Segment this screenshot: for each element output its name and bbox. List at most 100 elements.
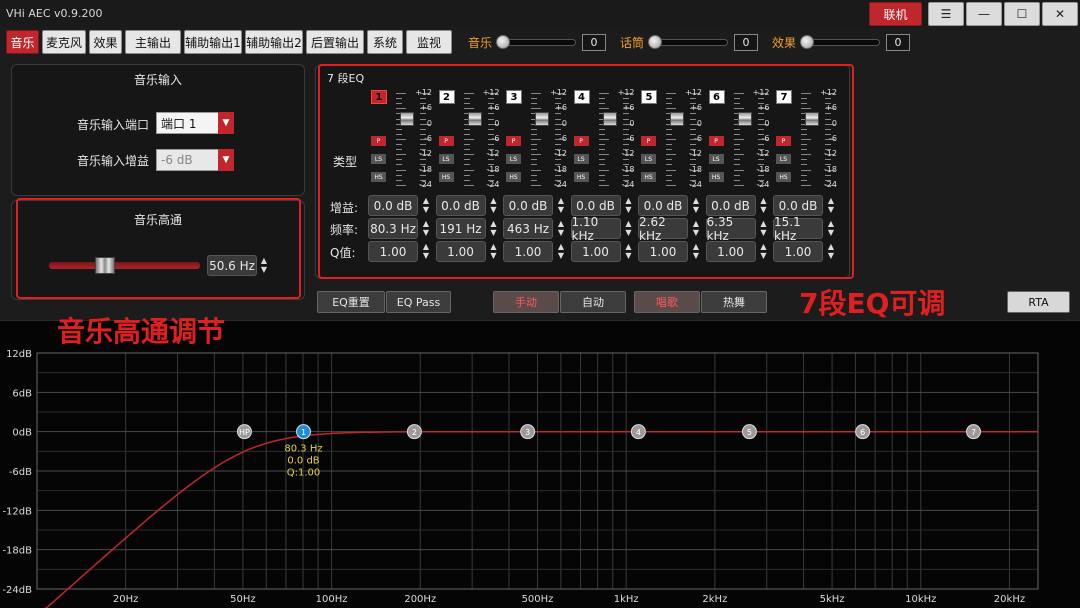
- spin-down-icon[interactable]: ▼: [556, 251, 566, 260]
- manual-button[interactable]: 手动: [493, 291, 559, 313]
- eq-response-graph[interactable]: 12dB 6dB 0dB -6dB -12dB -18dB -24dB 20Hz 50Hz 100…: [0, 320, 1080, 608]
- eq-reset-button[interactable]: EQ重置: [317, 291, 385, 313]
- music-input-port-select[interactable]: 端口 1 ▼: [156, 112, 234, 134]
- eq-pass-button[interactable]: EQ Pass: [386, 291, 451, 313]
- spin-down-icon[interactable]: ▼: [759, 228, 769, 237]
- spin-up-icon[interactable]: ▲: [421, 219, 431, 228]
- eq-band-3-type-hs-button[interactable]: HS: [506, 172, 521, 182]
- spin-up-icon[interactable]: ▲: [691, 219, 701, 228]
- eq-band-number-4[interactable]: 4: [573, 90, 590, 104]
- tab-aux-output-2[interactable]: 辅助输出2: [245, 30, 303, 54]
- spin-up-icon[interactable]: ▲: [556, 196, 566, 205]
- tab-system[interactable]: 系统: [367, 30, 403, 54]
- spin-down-icon[interactable]: ▼: [759, 205, 769, 214]
- minimize-button[interactable]: —: [966, 2, 1002, 26]
- spin-down-icon[interactable]: ▼: [691, 251, 701, 260]
- eq-band-3-type-ls-button[interactable]: LS: [506, 154, 521, 164]
- hpf-spin-down-icon[interactable]: ▼: [259, 265, 269, 274]
- dance-button[interactable]: 热舞: [701, 291, 767, 313]
- eq-band-4-freq-value[interactable]: 1.10 kHz: [570, 215, 621, 243]
- tab-monitor[interactable]: 监视: [406, 30, 452, 54]
- close-button[interactable]: ✕: [1042, 2, 1078, 26]
- mix-mic-slider[interactable]: [652, 39, 728, 46]
- eq-band-3-freq-value[interactable]: 463 Hz: [503, 218, 553, 239]
- chevron-down-icon[interactable]: ▼: [218, 149, 234, 171]
- spin-down-icon[interactable]: ▼: [421, 228, 431, 237]
- tab-music[interactable]: 音乐: [6, 30, 39, 54]
- spin-up-icon[interactable]: ▲: [421, 196, 431, 205]
- mix-effect-value[interactable]: 0: [886, 34, 910, 51]
- eq-band-4-gain-value[interactable]: 0.0 dB: [570, 195, 621, 216]
- eq-band-number-6[interactable]: 6: [708, 90, 725, 104]
- eq-band-3-type-p-button[interactable]: P: [506, 136, 521, 146]
- eq-band-2-type-p-button[interactable]: P: [438, 136, 454, 146]
- eq-band-6-q-value[interactable]: 1.00: [705, 241, 756, 262]
- eq-band-2-freq-value[interactable]: 191 Hz: [435, 218, 486, 239]
- mix-music-value[interactable]: 0: [582, 34, 606, 51]
- spin-down-icon[interactable]: ▼: [624, 251, 634, 260]
- eq-band-5-type-ls-button[interactable]: LS: [641, 154, 656, 164]
- eq-band-7-freq-value[interactable]: 15.1 kHz: [773, 215, 823, 243]
- spin-down-icon[interactable]: ▼: [624, 228, 634, 237]
- eq-band-2-type-hs-button[interactable]: HS: [438, 172, 454, 182]
- eq-band-4-type-hs-button[interactable]: HS: [573, 172, 589, 182]
- eq-band-7-q-value[interactable]: 1.00: [773, 241, 823, 262]
- spin-down-icon[interactable]: ▼: [624, 205, 634, 214]
- tab-main-output[interactable]: 主输出: [125, 30, 181, 54]
- eq-band-1-type-hs-button[interactable]: HS: [371, 172, 386, 182]
- spin-up-icon[interactable]: ▲: [489, 219, 499, 228]
- eq-band-7-type-hs-button[interactable]: HS: [776, 172, 791, 182]
- eq-band-number-7[interactable]: 7: [776, 90, 792, 104]
- eq-band-5-q-value[interactable]: 1.00: [638, 241, 688, 262]
- eq-band-5-gain-value[interactable]: 0.0 dB: [638, 195, 688, 216]
- spin-up-icon[interactable]: ▲: [624, 219, 634, 228]
- spin-up-icon[interactable]: ▲: [691, 196, 701, 205]
- eq-band-5-freq-value[interactable]: 2.62 kHz: [638, 215, 688, 243]
- spin-up-icon[interactable]: ▲: [759, 196, 769, 205]
- spin-down-icon[interactable]: ▼: [826, 251, 836, 260]
- tab-effects[interactable]: 效果: [89, 30, 122, 54]
- mix-mic-knob[interactable]: [648, 35, 662, 49]
- eq-band-5-type-hs-button[interactable]: HS: [641, 172, 656, 182]
- spin-up-icon[interactable]: ▲: [624, 196, 634, 205]
- menu-icon[interactable]: ☰: [928, 2, 964, 26]
- spin-up-icon[interactable]: ▲: [556, 219, 566, 228]
- eq-band-3-q-value[interactable]: 1.00: [503, 241, 553, 262]
- mix-mic-value[interactable]: 0: [734, 34, 758, 51]
- mix-music-slider[interactable]: [500, 39, 576, 46]
- spin-down-icon[interactable]: ▼: [489, 228, 499, 237]
- spin-down-icon[interactable]: ▼: [691, 228, 701, 237]
- spin-up-icon[interactable]: ▲: [759, 242, 769, 251]
- eq-band-1-q-value[interactable]: 1.00: [368, 241, 418, 262]
- chevron-down-icon[interactable]: ▼: [218, 112, 234, 134]
- eq-band-3-gain-value[interactable]: 0.0 dB: [503, 195, 553, 216]
- rta-button[interactable]: RTA: [1007, 291, 1070, 313]
- eq-band-6-type-hs-button[interactable]: HS: [708, 172, 724, 182]
- music-input-gain-select[interactable]: -6 dB ▼: [156, 149, 234, 171]
- spin-up-icon[interactable]: ▲: [826, 196, 836, 205]
- eq-band-7-type-ls-button[interactable]: LS: [776, 154, 791, 164]
- spin-up-icon[interactable]: ▲: [421, 242, 431, 251]
- eq-band-6-gain-value[interactable]: 0.0 dB: [705, 195, 756, 216]
- connect-button[interactable]: 联机: [869, 2, 922, 26]
- spin-down-icon[interactable]: ▼: [691, 205, 701, 214]
- eq-band-number-5[interactable]: 5: [641, 90, 657, 104]
- eq-band-4-type-ls-button[interactable]: LS: [573, 154, 589, 164]
- spin-up-icon[interactable]: ▲: [556, 242, 566, 251]
- spin-down-icon[interactable]: ▼: [759, 251, 769, 260]
- tab-microphone[interactable]: 麦克风: [42, 30, 86, 54]
- spin-up-icon[interactable]: ▲: [826, 242, 836, 251]
- spin-up-icon[interactable]: ▲: [489, 196, 499, 205]
- mix-effect-knob[interactable]: [800, 35, 814, 49]
- mix-effect-slider[interactable]: [804, 39, 880, 46]
- spin-up-icon[interactable]: ▲: [489, 242, 499, 251]
- maximize-button[interactable]: ☐: [1004, 2, 1040, 26]
- tab-aux-output-1[interactable]: 辅助输出1: [184, 30, 242, 54]
- eq-response-svg[interactable]: 12dB 6dB 0dB -6dB -12dB -18dB -24dB 20Hz 50Hz 100…: [0, 321, 1080, 608]
- spin-up-icon[interactable]: ▲: [691, 242, 701, 251]
- spin-up-icon[interactable]: ▲: [826, 219, 836, 228]
- singing-button[interactable]: 唱歌: [634, 291, 700, 313]
- eq-band-2-type-ls-button[interactable]: LS: [438, 154, 454, 164]
- eq-band-7-gain-value[interactable]: 0.0 dB: [773, 195, 823, 216]
- hpf-spin-up-icon[interactable]: ▲: [259, 256, 269, 265]
